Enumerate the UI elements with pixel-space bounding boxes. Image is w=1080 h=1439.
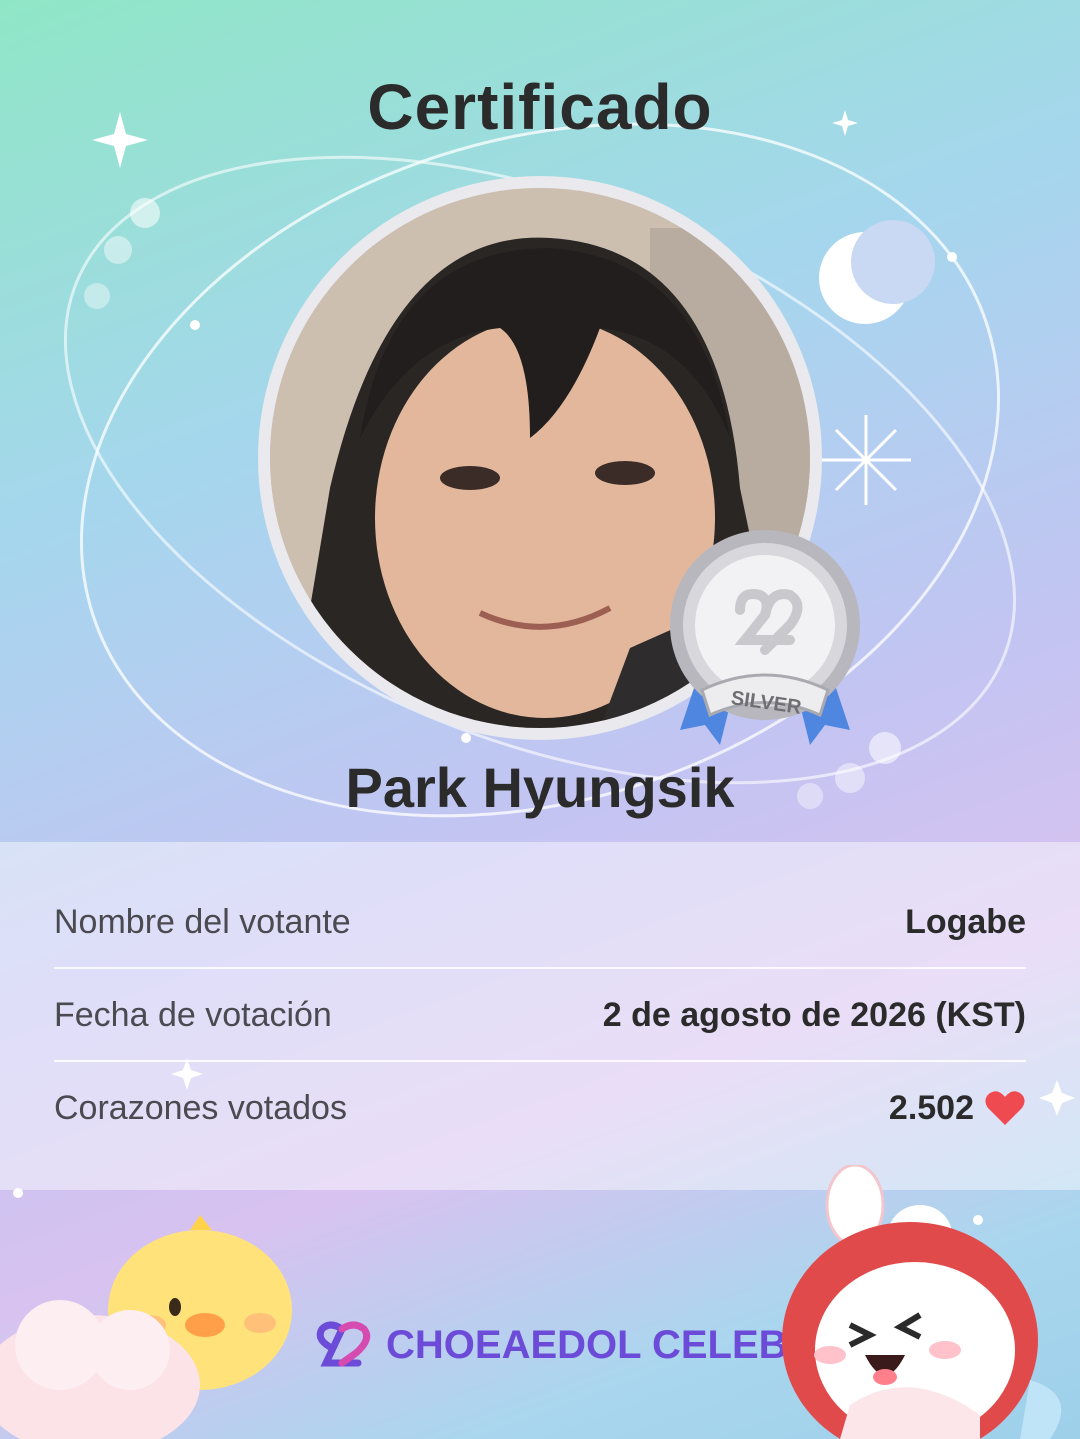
chick-mascot — [0, 1215, 292, 1439]
snowflake-sparkle — [821, 415, 911, 505]
hearts-value-group: 2.502 — [889, 1089, 1026, 1128]
bunny-mascot — [782, 1165, 1062, 1439]
heart-icon — [985, 1091, 1025, 1125]
hearts-label: Corazones votados — [54, 1088, 347, 1127]
choeaedol-logo-icon — [316, 1321, 371, 1367]
date-label: Fecha de votación — [54, 995, 332, 1034]
hearts-value: 2.502 — [888, 1088, 974, 1127]
certificate-title: Certificado — [367, 71, 713, 143]
detail-row-hearts: Corazones votados 2.502 — [54, 1062, 1026, 1154]
silver-medal-icon — [670, 530, 860, 745]
date-value: 2 de agosto de 2026 (KST) — [602, 995, 1026, 1034]
vote-details-panel: Nombre del votante Logabe Fecha de votac… — [0, 842, 1080, 1190]
brand-name: CHOEAEDOL CELEB — [386, 1322, 788, 1367]
moon-icon — [819, 220, 935, 324]
detail-row-voter: Nombre del votante Logabe — [54, 876, 1026, 968]
voter-value: Logabe — [905, 902, 1026, 941]
detail-row-date: Fecha de votación 2 de agosto de 2026 (K… — [54, 969, 1026, 1061]
brand-logo: CHOEAEDOL CELEB — [312, 1315, 788, 1375]
celebrity-name: Park Hyungsik — [345, 756, 735, 819]
voter-label: Nombre del votante — [54, 902, 351, 941]
